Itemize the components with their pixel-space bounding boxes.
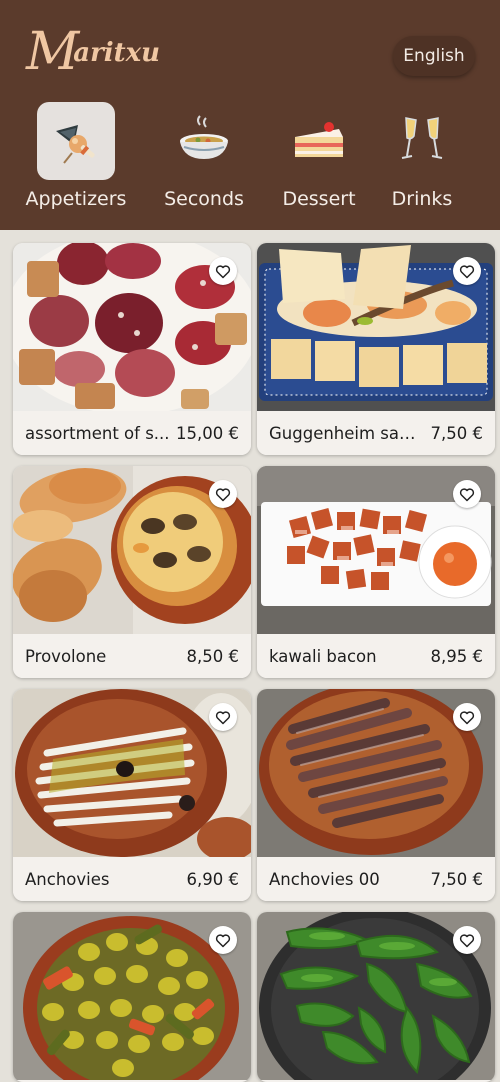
soup-bowl-icon: [165, 102, 243, 180]
product-name: Anchovies 00: [269, 869, 380, 889]
favorite-heart-icon[interactable]: [453, 257, 481, 285]
tapas-icon: [37, 102, 115, 180]
favorite-heart-icon[interactable]: [453, 926, 481, 954]
product-name: assortment of s...: [25, 423, 170, 443]
product-name: Provolone: [25, 646, 107, 666]
favorite-heart-icon[interactable]: [209, 926, 237, 954]
product-info: Anchovies 00 7,50 €: [257, 857, 495, 901]
product-price: 8,95 €: [430, 646, 483, 666]
favorite-heart-icon[interactable]: [209, 703, 237, 731]
product-card[interactable]: Guggenheim salad 7,50 €: [257, 243, 495, 455]
category-appetizers[interactable]: Appetizers: [22, 102, 130, 217]
category-label: Seconds: [164, 188, 244, 210]
favorite-heart-icon[interactable]: [209, 257, 237, 285]
product-price: 6,90 €: [186, 869, 239, 889]
product-card[interactable]: Anchovies 00 7,50 €: [257, 689, 495, 901]
product-card[interactable]: Provolone 8,50 €: [13, 466, 251, 678]
logo-initial: M: [26, 22, 80, 82]
product-price: 7,50 €: [430, 423, 483, 443]
product-name: Anchovies: [25, 869, 110, 889]
category-label: Drinks: [391, 188, 453, 210]
category-seconds[interactable]: Seconds: [154, 102, 254, 217]
product-price: 8,50 €: [186, 646, 239, 666]
product-card[interactable]: [257, 912, 495, 1082]
product-info: kawali bacon 8,95 €: [257, 634, 495, 678]
cake-slice-icon: [280, 102, 358, 180]
product-card[interactable]: Anchovies 6,90 €: [13, 689, 251, 901]
champagne-glasses-icon: [383, 102, 461, 180]
product-info: assortment of s... 15,00 €: [13, 411, 251, 455]
language-button[interactable]: English: [393, 36, 475, 76]
product-price: 7,50 €: [430, 869, 483, 889]
category-dessert[interactable]: Dessert: [272, 102, 366, 217]
product-info: Provolone 8,50 €: [13, 634, 251, 678]
product-card[interactable]: [13, 912, 251, 1082]
category-label: Dessert: [282, 188, 356, 210]
favorite-heart-icon[interactable]: [209, 480, 237, 508]
category-drinks[interactable]: Drinks: [382, 102, 462, 217]
favorite-heart-icon[interactable]: [453, 480, 481, 508]
app-header: Maritxu English Appetizers Seconds Desse…: [0, 0, 500, 230]
category-label: Appetizers: [25, 188, 127, 210]
product-name: kawali bacon: [269, 646, 377, 666]
product-info: Anchovies 6,90 €: [13, 857, 251, 901]
favorite-heart-icon[interactable]: [453, 703, 481, 731]
product-info: Guggenheim salad 7,50 €: [257, 411, 495, 455]
logo-text: aritxu: [73, 38, 161, 68]
product-name: Guggenheim salad: [269, 423, 419, 443]
product-card[interactable]: kawali bacon 8,95 €: [257, 466, 495, 678]
maritxu-logo[interactable]: Maritxu: [26, 22, 160, 82]
product-card[interactable]: assortment of s... 15,00 €: [13, 243, 251, 455]
product-price: 15,00 €: [176, 423, 239, 443]
